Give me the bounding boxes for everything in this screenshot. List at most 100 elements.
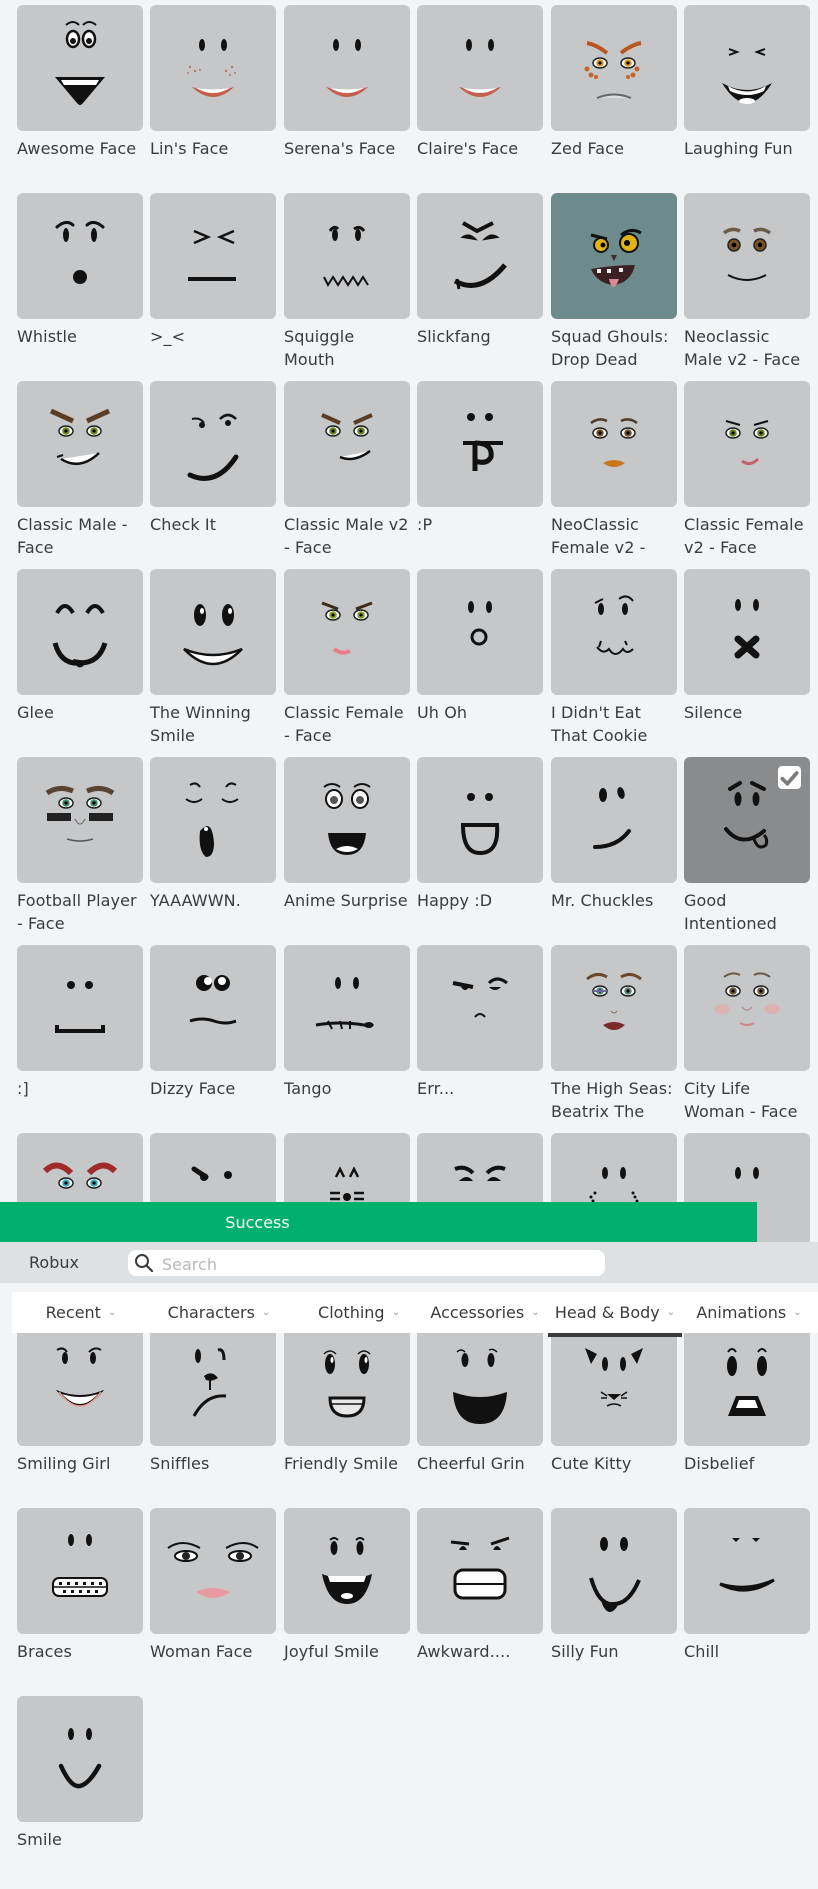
item-name[interactable]: Dizzy Face [150, 1077, 276, 1100]
tab-head-and-body[interactable]: Head & Body ⌄ [548, 1292, 682, 1337]
item-thumbnail[interactable] [284, 5, 410, 131]
tab-recent[interactable]: Recent ⌄ [22, 1292, 140, 1333]
item-thumbnail[interactable] [284, 569, 410, 695]
item-name[interactable]: Silly Fun [551, 1640, 677, 1663]
tab-characters[interactable]: Characters ⌄ [148, 1292, 290, 1333]
item-thumbnail[interactable] [551, 1508, 677, 1634]
item-thumbnail[interactable] [551, 757, 677, 883]
item-thumbnail[interactable] [551, 193, 677, 319]
robux-link[interactable]: Robux [29, 1253, 79, 1272]
item-thumbnail[interactable] [150, 5, 276, 131]
item-thumbnail[interactable] [417, 1508, 543, 1634]
item-thumbnail[interactable] [17, 1320, 143, 1446]
item-name[interactable]: Silence [684, 701, 810, 724]
item-name[interactable]: Smile [17, 1828, 143, 1851]
item-thumbnail[interactable] [17, 193, 143, 319]
item-thumbnail[interactable] [684, 757, 810, 883]
item-name[interactable]: :P [417, 513, 543, 536]
item-name[interactable]: City Life Woman - Face [684, 1077, 810, 1123]
item-name[interactable]: Slickfang [417, 325, 543, 348]
item-thumbnail[interactable] [417, 381, 543, 507]
item-name[interactable]: Laughing Fun [684, 137, 810, 160]
item-name[interactable]: The Winning Smile [150, 701, 276, 747]
item-name[interactable]: Braces [17, 1640, 143, 1663]
item-name[interactable]: Uh Oh [417, 701, 543, 724]
tab-accessories[interactable]: Accessories ⌄ [420, 1292, 550, 1333]
item-thumbnail[interactable] [150, 1320, 276, 1446]
item-thumbnail[interactable] [284, 757, 410, 883]
item-name[interactable]: Claire's Face [417, 137, 543, 160]
item-thumbnail[interactable] [150, 381, 276, 507]
item-thumbnail[interactable] [551, 1320, 677, 1446]
item-thumbnail[interactable] [284, 1508, 410, 1634]
item-name[interactable]: Glee [17, 701, 143, 724]
item-thumbnail[interactable] [417, 569, 543, 695]
item-thumbnail[interactable] [17, 1508, 143, 1634]
tab-animations[interactable]: Animations ⌄ [686, 1292, 812, 1333]
item-name[interactable]: Football Player - Face [17, 889, 143, 935]
item-name[interactable]: Friendly Smile [284, 1452, 410, 1475]
item-name[interactable]: Good Intentioned [684, 889, 810, 935]
item-thumbnail[interactable] [684, 1320, 810, 1446]
item-name[interactable]: Woman Face [150, 1640, 276, 1663]
item-name[interactable]: Chill [684, 1640, 810, 1663]
item-name[interactable]: Sniffles [150, 1452, 276, 1475]
search-input[interactable] [160, 1250, 594, 1278]
item-name[interactable]: Classic Male v2 - Face [284, 513, 410, 559]
item-thumbnail[interactable] [684, 945, 810, 1071]
item-thumbnail[interactable] [150, 945, 276, 1071]
item-name[interactable]: Cute Kitty [551, 1452, 677, 1475]
item-thumbnail[interactable] [551, 381, 677, 507]
item-name[interactable]: Serena's Face [284, 137, 410, 160]
item-thumbnail[interactable] [284, 1320, 410, 1446]
item-thumbnail[interactable] [551, 5, 677, 131]
item-name[interactable]: Mr. Chuckles [551, 889, 677, 912]
item-thumbnail[interactable] [150, 193, 276, 319]
item-name[interactable]: Anime Surprise [284, 889, 410, 912]
item-name[interactable]: Whistle [17, 325, 143, 348]
item-name[interactable]: Tango [284, 1077, 410, 1100]
item-thumbnail[interactable] [17, 945, 143, 1071]
item-name[interactable]: Awesome Face [17, 137, 143, 160]
item-name[interactable]: Joyful Smile [284, 1640, 410, 1663]
item-thumbnail[interactable] [17, 757, 143, 883]
item-thumbnail[interactable] [150, 1508, 276, 1634]
item-thumbnail[interactable] [284, 945, 410, 1071]
item-thumbnail[interactable] [284, 193, 410, 319]
item-thumbnail[interactable] [417, 5, 543, 131]
item-thumbnail[interactable] [150, 569, 276, 695]
item-name[interactable]: Check It [150, 513, 276, 536]
item-thumbnail[interactable] [417, 945, 543, 1071]
item-name[interactable]: The High Seas: Beatrix The [551, 1077, 677, 1123]
item-name[interactable]: Classic Female - Face [284, 701, 410, 747]
item-name[interactable]: Awkward.... [417, 1640, 543, 1663]
item-name[interactable]: Disbelief [684, 1452, 810, 1475]
item-thumbnail[interactable] [551, 945, 677, 1071]
item-name[interactable]: YAAAWWN. [150, 889, 276, 912]
item-thumbnail[interactable] [684, 1508, 810, 1634]
item-thumbnail[interactable] [684, 569, 810, 695]
item-thumbnail[interactable] [417, 193, 543, 319]
item-thumbnail[interactable] [17, 5, 143, 131]
item-name[interactable]: Squiggle Mouth [284, 325, 410, 371]
item-name[interactable]: Zed Face [551, 137, 677, 160]
item-thumbnail[interactable] [684, 193, 810, 319]
item-name[interactable]: I Didn't Eat That Cookie [551, 701, 677, 747]
item-thumbnail[interactable] [417, 1320, 543, 1446]
item-name[interactable]: >_< [150, 325, 276, 348]
item-thumbnail[interactable] [551, 569, 677, 695]
item-name[interactable]: :] [17, 1077, 143, 1100]
item-thumbnail[interactable] [17, 381, 143, 507]
item-thumbnail[interactable] [684, 5, 810, 131]
item-name[interactable]: Classic Male - Face [17, 513, 143, 559]
item-name[interactable]: Err... [417, 1077, 543, 1100]
item-name[interactable]: Classic Female v2 - Face [684, 513, 810, 559]
item-thumbnail[interactable] [150, 757, 276, 883]
item-name[interactable]: Neoclassic Male v2 - Face [684, 325, 810, 371]
item-name[interactable]: Lin's Face [150, 137, 276, 160]
item-thumbnail[interactable] [17, 1696, 143, 1822]
item-thumbnail[interactable] [417, 757, 543, 883]
item-name[interactable]: Smiling Girl [17, 1452, 143, 1475]
search-box[interactable] [128, 1250, 605, 1278]
tab-clothing[interactable]: Clothing ⌄ [297, 1292, 421, 1333]
